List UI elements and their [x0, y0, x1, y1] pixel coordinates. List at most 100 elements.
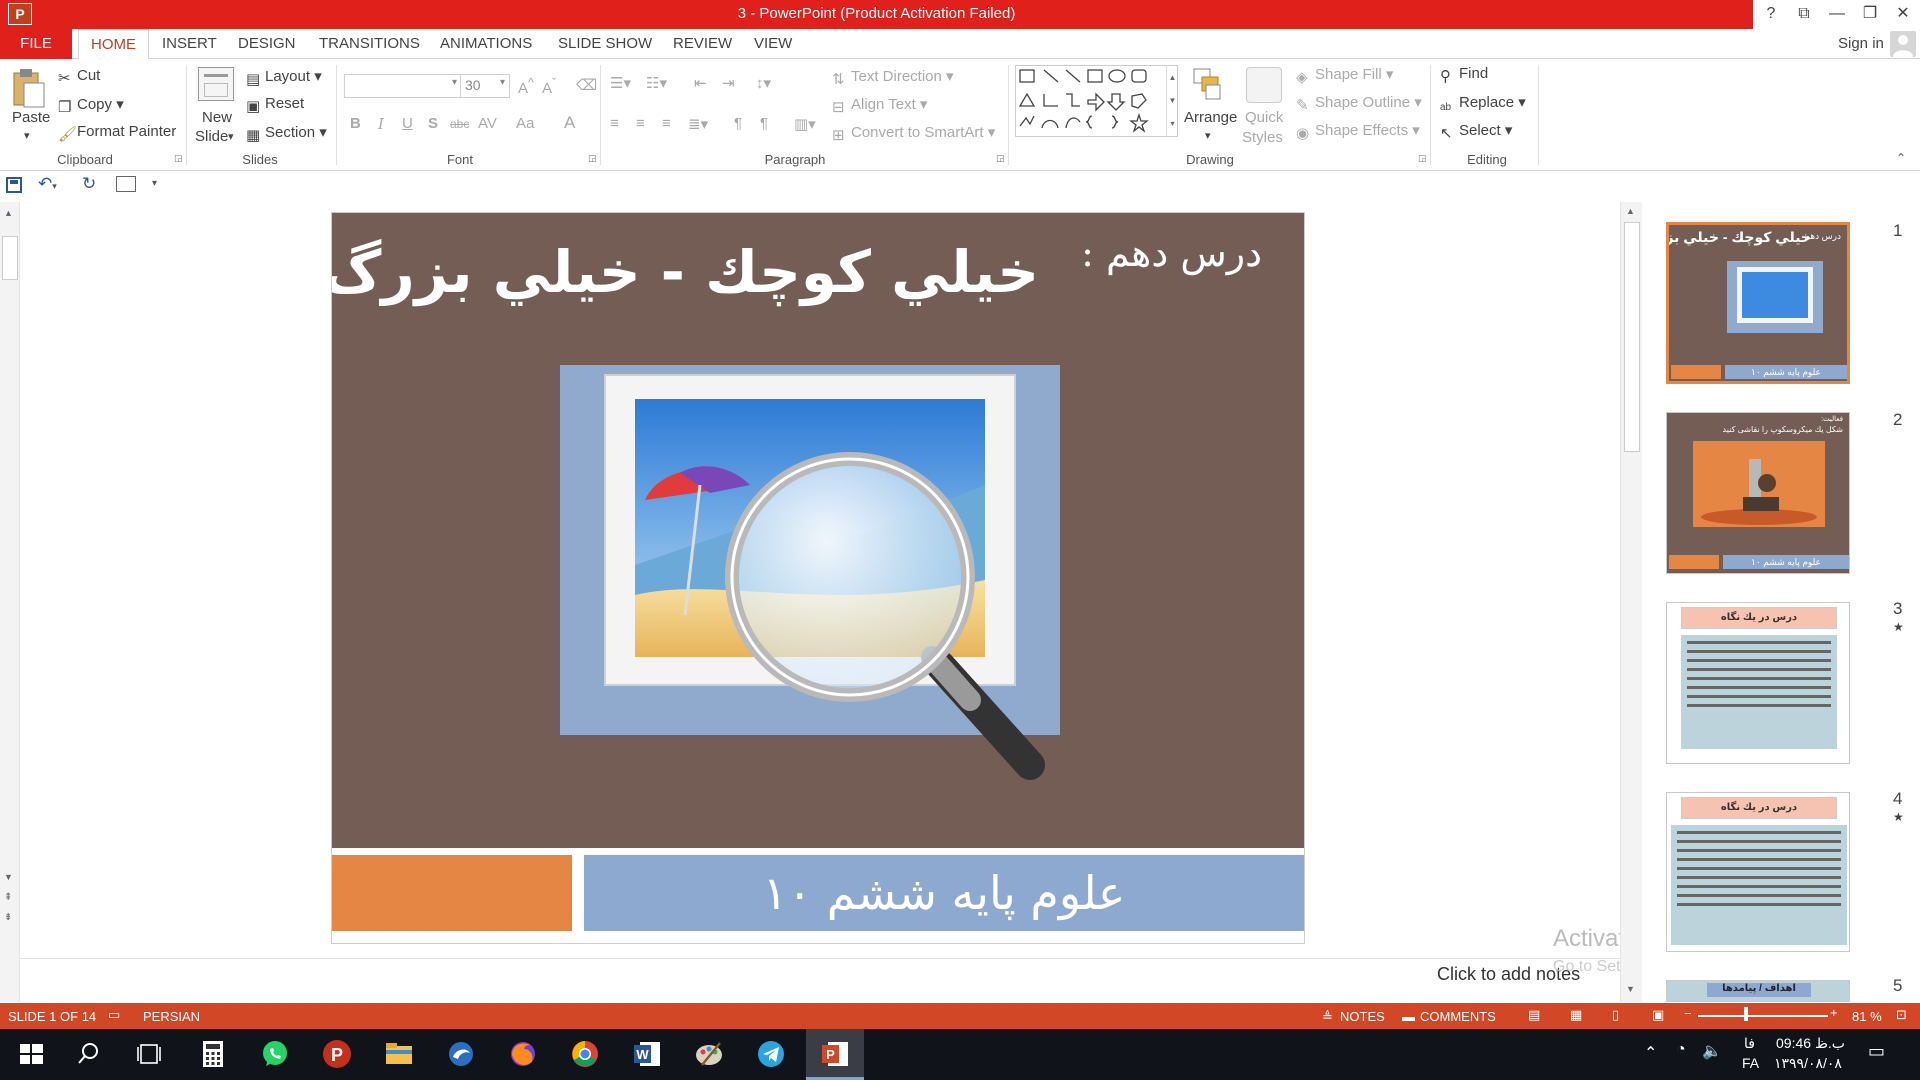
clock-time[interactable]: 09:46 ب.ظ	[1776, 1035, 1845, 1052]
task-view-icon[interactable]	[132, 1037, 166, 1071]
paste-dropdown-icon[interactable]: ▾	[24, 129, 30, 142]
new-slide-button-line2[interactable]: Slide	[195, 128, 228, 145]
drawing-dialog-launcher-icon[interactable]: ◲	[1418, 153, 1427, 164]
arrange-button[interactable]: Arrange	[1184, 109, 1237, 126]
font-size-input[interactable]: 30 ▾	[460, 74, 510, 98]
slide-thumbnail-5[interactable]: اهداف / پيامدها	[1666, 980, 1850, 1002]
clear-formatting-icon[interactable]: ⌫	[576, 76, 597, 94]
align-text-button[interactable]: ⊟ Align Text ▾	[832, 95, 927, 116]
font-name-input[interactable]: ▾	[344, 74, 462, 98]
clipboard-dialog-launcher-icon[interactable]: ◲	[174, 153, 183, 164]
quick-styles-button[interactable]: Quick	[1245, 109, 1283, 126]
minimize-icon[interactable]: —	[1822, 3, 1852, 25]
thumb-scroll-thumb[interactable]	[1624, 222, 1640, 452]
underline-button[interactable]: U	[402, 115, 413, 132]
slide-thumbnail-3[interactable]: درس در يك نگاه	[1666, 602, 1850, 764]
shape-effects-button[interactable]: ◉ Shape Effects ▾	[1296, 121, 1420, 142]
zoom-slider[interactable]	[1698, 1015, 1828, 1017]
section-button[interactable]: ▦ Section ▾	[246, 123, 327, 144]
align-left-icon[interactable]: ≡	[610, 115, 619, 132]
select-button[interactable]: ↖ Select ▾	[1440, 121, 1512, 142]
notes-pane[interactable]	[20, 958, 1620, 1002]
thumbnail-scrollbar[interactable]: ▲ ▼	[1620, 202, 1642, 1002]
slide-thumbnail-2[interactable]: فعاليت: شكل يك ميكروسكوپ را نقاشی كنيد ع…	[1666, 412, 1850, 574]
file-explorer-icon[interactable]	[382, 1037, 416, 1071]
reset-button[interactable]: ▣ Reset	[246, 95, 304, 115]
windows-start-icon[interactable]	[14, 1037, 48, 1071]
line-spacing-icon[interactable]: ↕▾	[756, 74, 771, 92]
spelling-icon[interactable]: ▭	[108, 1007, 120, 1023]
clock-date[interactable]: ۱۳۹۹/۰۸/۰۸	[1774, 1055, 1842, 1072]
tab-review[interactable]: REVIEW	[673, 29, 732, 59]
tab-design[interactable]: DESIGN	[238, 29, 296, 59]
word-icon[interactable]: W	[630, 1037, 664, 1071]
shrink-font-icon[interactable]: Aˇ	[542, 76, 556, 97]
browser-icon[interactable]	[444, 1037, 478, 1071]
scroll-up-icon[interactable]: ▲	[4, 208, 13, 218]
reading-view-icon[interactable]: ▯	[1612, 1007, 1619, 1023]
start-from-beginning-icon[interactable]	[116, 176, 136, 192]
numbering-icon[interactable]: ☷▾	[646, 74, 667, 92]
arrange-icon[interactable]	[1192, 67, 1222, 101]
zoom-out-icon[interactable]: −	[1684, 1006, 1692, 1021]
find-button[interactable]: ⚲ Find	[1440, 65, 1488, 85]
increase-indent-icon[interactable]: ⇥	[722, 74, 735, 92]
ribbon-display-options-icon[interactable]: ⧉	[1789, 3, 1819, 25]
arrange-dropdown-icon[interactable]: ▾	[1205, 129, 1211, 142]
previous-slide-icon[interactable]: ⇞	[4, 892, 12, 903]
notes-toggle-icon[interactable]: ≜	[1322, 1009, 1333, 1025]
thumb-scroll-down-icon[interactable]: ▼	[1626, 984, 1635, 994]
cut-button[interactable]: ✂ Cut	[58, 67, 100, 87]
volume-icon[interactable]: 🔈	[1702, 1041, 1722, 1061]
tab-slide-show[interactable]: SLIDE SHOW	[558, 29, 652, 59]
tab-home[interactable]: HOME	[78, 29, 149, 60]
slide-footer-orange-block[interactable]	[332, 855, 572, 931]
current-slide[interactable]: درس دهم : خيلي كوچك - خيلي بزرگ علوم پاي…	[332, 213, 1304, 943]
tab-insert[interactable]: INSERT	[162, 29, 217, 59]
next-slide-icon[interactable]: ⇟	[4, 912, 12, 923]
tab-file[interactable]: FILE	[0, 29, 72, 59]
tab-transitions[interactable]: TRANSITIONS	[319, 29, 420, 59]
slide-thumbnail-1[interactable]: درس دهم خيلي كوچك - خيلي بزرگ علوم پايه …	[1666, 222, 1850, 384]
slide-thumbnail-4[interactable]: درس در يك نگاه	[1666, 792, 1850, 952]
quick-styles-button-line2[interactable]: Styles	[1242, 129, 1283, 146]
wifi-icon[interactable]: ◔	[1676, 1041, 1686, 1059]
notifications-icon[interactable]: ▭	[1868, 1041, 1885, 1062]
slide-subtitle-lesson[interactable]: درس دهم :	[1081, 231, 1262, 275]
fit-slide-icon[interactable]: ⊡	[1896, 1007, 1907, 1023]
redo-icon[interactable]: ↻	[82, 174, 96, 194]
language-indicator[interactable]: PERSIAN	[143, 1009, 200, 1024]
presentation-app-icon[interactable]: P	[320, 1037, 354, 1071]
slide-show-icon[interactable]: ▣	[1652, 1007, 1664, 1023]
paragraph-dialog-launcher-icon[interactable]: ◲	[996, 153, 1005, 164]
zoom-level[interactable]: 81 %	[1852, 1009, 1882, 1024]
zoom-slider-thumb[interactable]	[1744, 1007, 1748, 1021]
grow-font-icon[interactable]: A^	[518, 76, 534, 97]
align-center-icon[interactable]: ≡	[636, 115, 645, 132]
rtl-direction-icon[interactable]: ¶	[760, 115, 768, 132]
save-icon[interactable]	[6, 177, 22, 193]
help-icon[interactable]: ?	[1756, 3, 1786, 25]
justify-icon[interactable]: ≣▾	[688, 115, 708, 133]
align-right-icon[interactable]: ≡	[662, 115, 671, 132]
scroll-thumb[interactable]	[2, 236, 18, 280]
strikethrough-button[interactable]: abc	[450, 117, 469, 131]
shapes-gallery[interactable]: ▲ ▼ ▾	[1015, 65, 1178, 137]
columns-icon[interactable]: ▥▾	[794, 115, 816, 133]
new-slide-button[interactable]: New	[202, 109, 232, 126]
format-painter-button[interactable]: 🖌Format Painter	[58, 123, 176, 143]
undo-icon[interactable]: ↶▾	[38, 174, 57, 194]
decrease-indent-icon[interactable]: ⇤	[694, 74, 707, 92]
replace-button[interactable]: ab Replace ▾	[1440, 93, 1526, 118]
font-dialog-launcher-icon[interactable]: ◲	[588, 153, 597, 164]
shapes-gallery-scroll[interactable]: ▲ ▼ ▾	[1166, 66, 1178, 136]
firefox-icon[interactable]	[506, 1037, 540, 1071]
whatsapp-icon[interactable]	[258, 1037, 292, 1071]
shape-fill-button[interactable]: ◈ Shape Fill ▾	[1296, 65, 1393, 86]
telegram-icon[interactable]	[754, 1037, 788, 1071]
paste-icon[interactable]	[10, 67, 46, 111]
powerpoint-taskbar-button[interactable]: P	[806, 1029, 864, 1080]
picture-search-icon[interactable]	[560, 365, 1120, 835]
italic-button[interactable]: I	[378, 115, 384, 133]
new-slide-dropdown-icon[interactable]: ▾	[228, 130, 234, 143]
